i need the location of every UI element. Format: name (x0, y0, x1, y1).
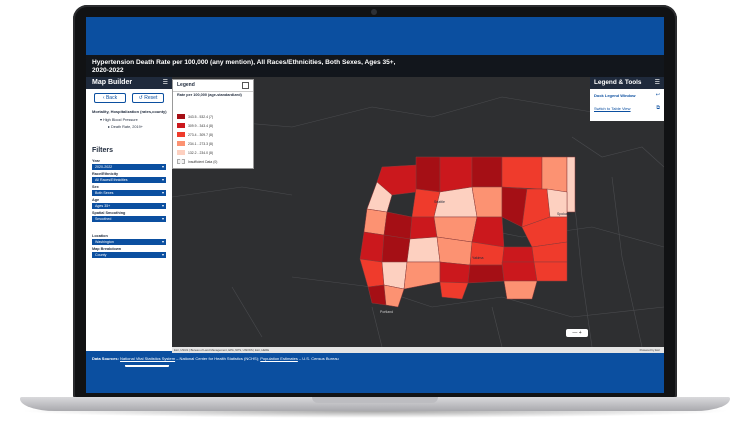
breakdown-label: Map Breakdown (92, 247, 122, 251)
chevron-down-icon: ▾ (161, 216, 164, 221)
county-2 (439, 156, 473, 193)
legend-tools-panel: Legend & Tools ☰ Dock Legend Window ↩ Sw… (590, 77, 664, 121)
population-estimates-link[interactable]: Population Estimates (260, 356, 298, 361)
county-37 (439, 281, 469, 300)
county-24 (381, 234, 411, 263)
legend-item: 309.9 - 343.4 (8) (177, 117, 213, 129)
tree-item[interactable]: ▸ Death Rate, 2019+ (108, 124, 143, 129)
county-32 (467, 264, 505, 284)
menu-icon[interactable]: ☰ (163, 79, 168, 86)
external-link-icon: ⧉ (656, 105, 660, 111)
county-11 (471, 186, 503, 218)
county-6 (566, 156, 576, 213)
county-17 (409, 216, 438, 240)
county-34 (533, 261, 568, 282)
year-label: Year (92, 159, 101, 163)
county-25 (406, 236, 441, 263)
menu-icon[interactable]: ☰ (655, 79, 660, 86)
chevron-down-icon: ▾ (161, 190, 164, 195)
legend-item: 132.2 - 234.0 (8) (177, 144, 213, 156)
county-21 (501, 246, 535, 263)
county-16 (383, 211, 413, 240)
legend-header: Legend (173, 80, 253, 92)
county-1 (415, 156, 441, 193)
race-label: Race/Ethnicity (92, 172, 119, 176)
selection-path: Mortality, Hospitalization (rates,county… (92, 109, 167, 114)
location-label: Location (92, 234, 108, 238)
legend-title: Legend (177, 82, 195, 88)
header-strip (86, 17, 664, 55)
chevron-down-icon: ▾ (161, 203, 164, 208)
smoothing-label: Spatial Smoothing (92, 211, 126, 215)
zoom-control[interactable]: — + (566, 329, 588, 337)
legend-panel: Legend Rate per 100,000 (age-standardize… (172, 79, 254, 169)
chevron-down-icon: ▾ (161, 239, 164, 244)
data-sources: Data Sources: National Vital Statistics … (86, 353, 664, 365)
chevron-down-icon: ▾ (161, 164, 164, 169)
year-select[interactable]: 2020-2022 ▾ (92, 164, 166, 170)
age-label: Age (92, 198, 100, 202)
breakdown-select[interactable]: County ▾ (92, 252, 166, 258)
legend-item: 234.1 - 273.3 (8) (177, 135, 213, 147)
county-36 (383, 284, 405, 308)
county-4 (501, 156, 543, 190)
tools-header: Legend & Tools ☰ (590, 77, 664, 89)
county-shapes (359, 156, 576, 308)
chevron-down-icon: ▾ (161, 252, 164, 257)
county-3 (471, 156, 503, 188)
sidebar-header: Map Builder ☰ (86, 77, 172, 89)
app-screen: Hypertension Death Rate per 100,000 (any… (86, 17, 664, 393)
page-title: Hypertension Death Rate per 100,000 (any… (92, 59, 396, 74)
sex-label: Sex (92, 185, 99, 189)
county-26 (436, 236, 473, 266)
county-28 (359, 258, 385, 288)
city-label-yakima: Yakima (472, 256, 483, 260)
county-23 (359, 231, 385, 263)
legend-subtitle: Rate per 100,000 (age-standardized) (177, 93, 242, 97)
county-15 (363, 208, 388, 236)
county-35 (367, 284, 387, 306)
sex-select[interactable]: Both Sexes ▾ (92, 190, 166, 196)
city-label-portland: Portland (380, 310, 393, 314)
back-button[interactable]: ‹ Back (94, 93, 126, 103)
expand-icon[interactable] (242, 82, 249, 89)
reset-button[interactable]: ↺ Reset (132, 93, 164, 103)
chevron-down-icon: ▾ (161, 177, 164, 182)
county-29 (381, 261, 408, 290)
location-select[interactable]: Washington ▾ (92, 239, 166, 245)
camera-dot (371, 9, 377, 15)
race-select[interactable]: All Races/Ethnicities ▾ (92, 177, 166, 183)
sidebar-title: Map Builder (92, 79, 133, 86)
map-builder-sidebar: Map Builder ☰ ‹ Back ↺ Reset Mortality, … (86, 77, 172, 351)
undock-icon[interactable]: ↩ (656, 92, 660, 98)
age-select[interactable]: Ages 35+ ▾ (92, 203, 166, 209)
table-view-link[interactable]: Switch to Table View (594, 106, 631, 111)
county-38 (503, 280, 538, 300)
county-31 (439, 261, 471, 284)
nvss-link[interactable]: National Vital Statistics System (120, 356, 175, 361)
dock-legend-button[interactable]: Dock Legend Window (594, 93, 636, 98)
tools-title: Legend & Tools (594, 79, 642, 86)
legend-swatch (177, 159, 185, 165)
county-30 (403, 261, 441, 290)
filters-heading: Filters (92, 147, 114, 154)
legend-item: Insufficient Data (0) (177, 153, 217, 165)
county-5 (541, 156, 568, 193)
city-label-seattle: Seattle (434, 200, 445, 204)
smoothing-select[interactable]: Smoothed ▾ (92, 216, 166, 222)
legend-item: 343.5 - 532.4 (7) (177, 108, 213, 120)
county-33 (501, 261, 538, 282)
laptop-notch (312, 397, 438, 403)
tree-item[interactable]: ▾ High Blood Pressure (100, 117, 138, 122)
city-label-spokane: Spokane (557, 212, 571, 216)
legend-item: 273.4 - 309.7 (8) (177, 126, 213, 138)
